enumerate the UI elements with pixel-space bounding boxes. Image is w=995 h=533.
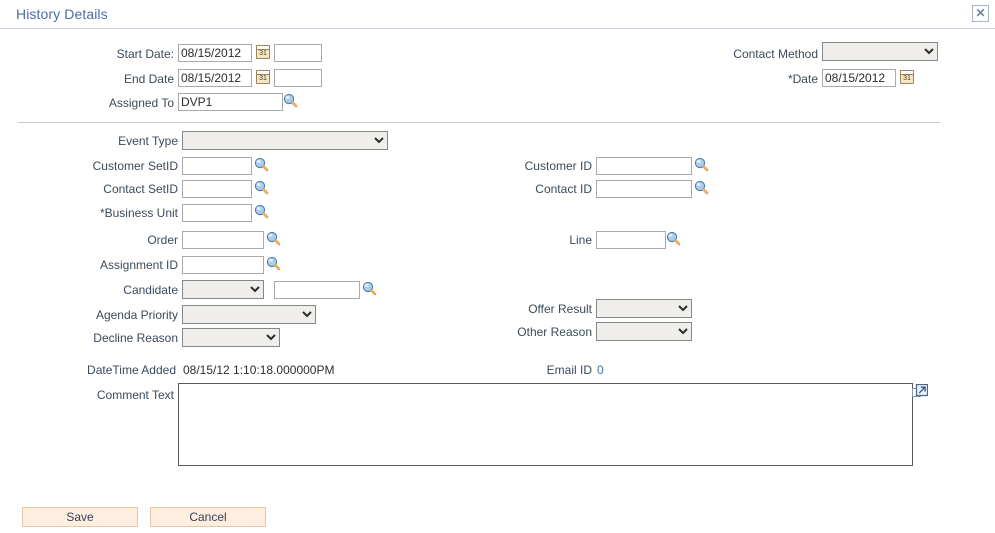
magnifier-icon[interactable]	[283, 93, 298, 108]
decline-reason-label: Decline Reason	[93, 331, 178, 345]
page-title: History Details	[16, 6, 108, 22]
line-label: Line	[569, 233, 592, 247]
magnifier-icon[interactable]	[266, 256, 281, 271]
comment-text-input[interactable]	[178, 383, 913, 466]
magnifier-icon[interactable]	[694, 180, 709, 195]
calendar-icon[interactable]: 31	[900, 70, 914, 84]
agenda-priority-select[interactable]	[182, 305, 316, 324]
business-unit-input[interactable]	[182, 204, 252, 222]
other-reason-label: Other Reason	[517, 325, 592, 339]
save-button[interactable]: Save	[22, 507, 138, 527]
datetime-added-value: 08/15/12 1:10:18.000000PM	[183, 363, 335, 377]
contact-method-label: Contact Method	[733, 47, 818, 61]
email-id-value: 0	[597, 363, 604, 377]
section-divider	[18, 122, 940, 123]
assigned-to-input[interactable]	[178, 93, 283, 111]
datetime-added-label: DateTime Added	[87, 363, 176, 377]
cancel-button[interactable]: Cancel	[150, 507, 266, 527]
customer-setid-label: Customer SetID	[92, 159, 178, 173]
event-type-label: Event Type	[118, 134, 178, 148]
customer-id-label: Customer ID	[524, 159, 592, 173]
candidate-input[interactable]	[274, 281, 360, 299]
event-type-select[interactable]	[182, 131, 388, 150]
magnifier-icon[interactable]	[254, 157, 269, 172]
magnifier-icon[interactable]	[254, 204, 269, 219]
magnifier-icon[interactable]	[666, 231, 681, 246]
comment-text-label: Comment Text	[96, 388, 174, 402]
line-input[interactable]	[596, 231, 666, 249]
magnifier-icon[interactable]	[362, 281, 377, 296]
assigned-to-label: Assigned To	[108, 96, 174, 110]
date-label: *Date	[787, 72, 818, 86]
contact-setid-input[interactable]	[182, 180, 252, 198]
modal-header: History Details ✕	[0, 0, 995, 29]
end-date-time-input[interactable]	[274, 69, 322, 87]
assignment-id-input[interactable]	[182, 256, 264, 274]
magnifier-icon[interactable]	[254, 180, 269, 195]
expand-icon[interactable]	[912, 383, 929, 400]
other-reason-select[interactable]	[596, 322, 692, 341]
start-date-label: Start Date:	[116, 47, 174, 61]
contact-method-select[interactable]	[822, 42, 938, 61]
customer-id-input[interactable]	[596, 157, 692, 175]
contact-id-label: Contact ID	[535, 182, 592, 196]
offer-result-label: Offer Result	[528, 302, 592, 316]
close-icon[interactable]: ✕	[972, 5, 989, 22]
assignment-id-label: Assignment ID	[99, 258, 178, 272]
calendar-icon-day: 31	[903, 75, 911, 82]
start-date-time-input[interactable]	[274, 44, 322, 62]
end-date-input[interactable]	[178, 69, 252, 87]
start-date-input[interactable]	[178, 44, 252, 62]
candidate-select[interactable]	[182, 280, 264, 299]
candidate-label: Candidate	[123, 283, 178, 297]
decline-reason-select[interactable]	[182, 328, 280, 347]
history-details-form: Start Date: 31 End Date 31 Assigned To C…	[0, 29, 995, 533]
calendar-icon[interactable]: 31	[256, 70, 270, 84]
offer-result-select[interactable]	[596, 299, 692, 318]
agenda-priority-label: Agenda Priority	[95, 308, 178, 322]
calendar-icon-day: 31	[259, 75, 267, 82]
order-input[interactable]	[182, 231, 264, 249]
customer-setid-input[interactable]	[182, 157, 252, 175]
calendar-icon[interactable]: 31	[256, 45, 270, 59]
order-label: Order	[147, 233, 178, 247]
contact-id-input[interactable]	[596, 180, 692, 198]
date-input[interactable]	[822, 69, 896, 87]
calendar-icon-day: 31	[259, 50, 267, 57]
magnifier-icon[interactable]	[694, 157, 709, 172]
email-id-label: Email ID	[546, 363, 592, 377]
end-date-label: End Date	[123, 72, 174, 86]
contact-setid-label: Contact SetID	[103, 182, 178, 196]
business-unit-label: *Business Unit	[99, 206, 178, 220]
magnifier-icon[interactable]	[266, 231, 281, 246]
